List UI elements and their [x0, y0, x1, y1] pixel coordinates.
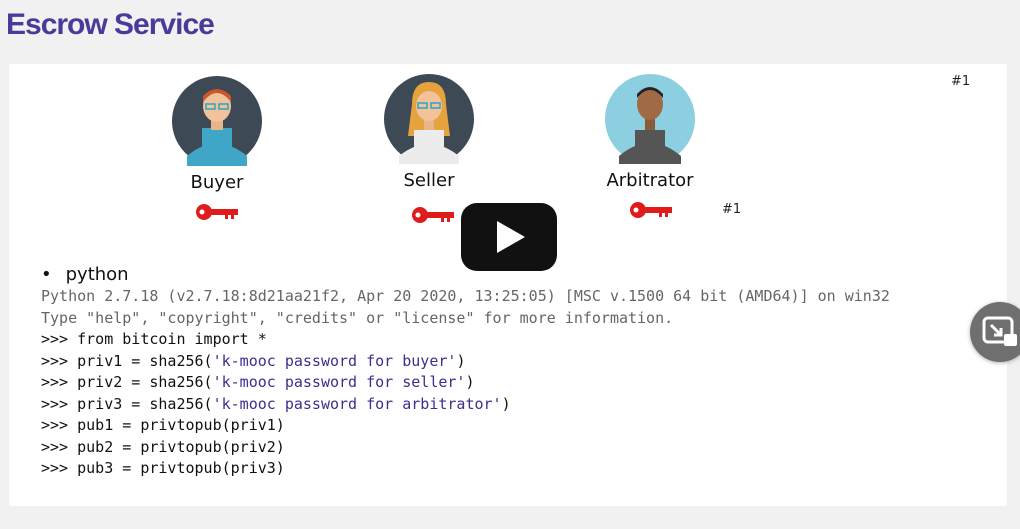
code-line: >>> pub1 = privtopub(priv1) — [41, 416, 285, 434]
code-line: >>> priv3 = sha256( — [41, 394, 213, 413]
seller-figure: Seller — [379, 74, 479, 191]
code-line: ) — [501, 394, 511, 413]
code-line: >>> from bitcoin import * — [41, 330, 267, 348]
buyer-key-icon — [196, 204, 238, 220]
page-title: Escrow Service — [6, 8, 215, 41]
seller-key-icon — [412, 207, 454, 223]
code-string: 'k-mooc password for arbitrator' — [212, 394, 502, 413]
play-icon — [497, 221, 525, 253]
buyer-figure: Buyer — [167, 76, 267, 193]
buyer-label: Buyer — [190, 172, 244, 193]
play-button[interactable] — [461, 203, 557, 271]
code-line: >>> priv1 = sha256( — [41, 351, 213, 370]
seller-avatar-icon — [384, 74, 474, 164]
seller-label: Seller — [403, 170, 455, 191]
code-line: ) — [456, 351, 466, 370]
code-banner-line: Type "help", "copyright", "credits" or "… — [41, 308, 674, 327]
bullet-text: python — [65, 264, 129, 285]
video-slide[interactable]: #1 Buyer Seller Arbitrator #1 • python P… — [9, 64, 1007, 506]
code-string: 'k-mooc password for seller' — [212, 373, 466, 391]
arbitrator-key-icon — [630, 202, 672, 218]
code-line: >>> pub3 = privtopub(priv3) — [41, 459, 285, 477]
code-line: >>> pub2 = privtopub(priv2) — [41, 437, 285, 456]
buyer-avatar-icon — [172, 76, 262, 166]
slide-reference-note: #1 — [951, 74, 971, 89]
bullet-item: • python — [41, 264, 129, 285]
picture-in-picture-icon — [982, 316, 1017, 346]
arbitrator-label: Arbitrator — [606, 170, 694, 191]
code-line: >>> priv2 = sha256( — [41, 373, 213, 391]
code-line: ) — [465, 373, 475, 391]
arbitrator-figure: Arbitrator — [595, 74, 705, 191]
code-banner-line: Python 2.7.18 (v2.7.18:8d21aa21f2, Apr 2… — [41, 287, 890, 305]
python-code-block: Python 2.7.18 (v2.7.18:8d21aa21f2, Apr 2… — [41, 286, 890, 480]
key-reference-note: #1 — [722, 202, 742, 217]
arbitrator-avatar-icon — [605, 74, 695, 164]
code-string: 'k-mooc password for buyer' — [212, 351, 457, 370]
